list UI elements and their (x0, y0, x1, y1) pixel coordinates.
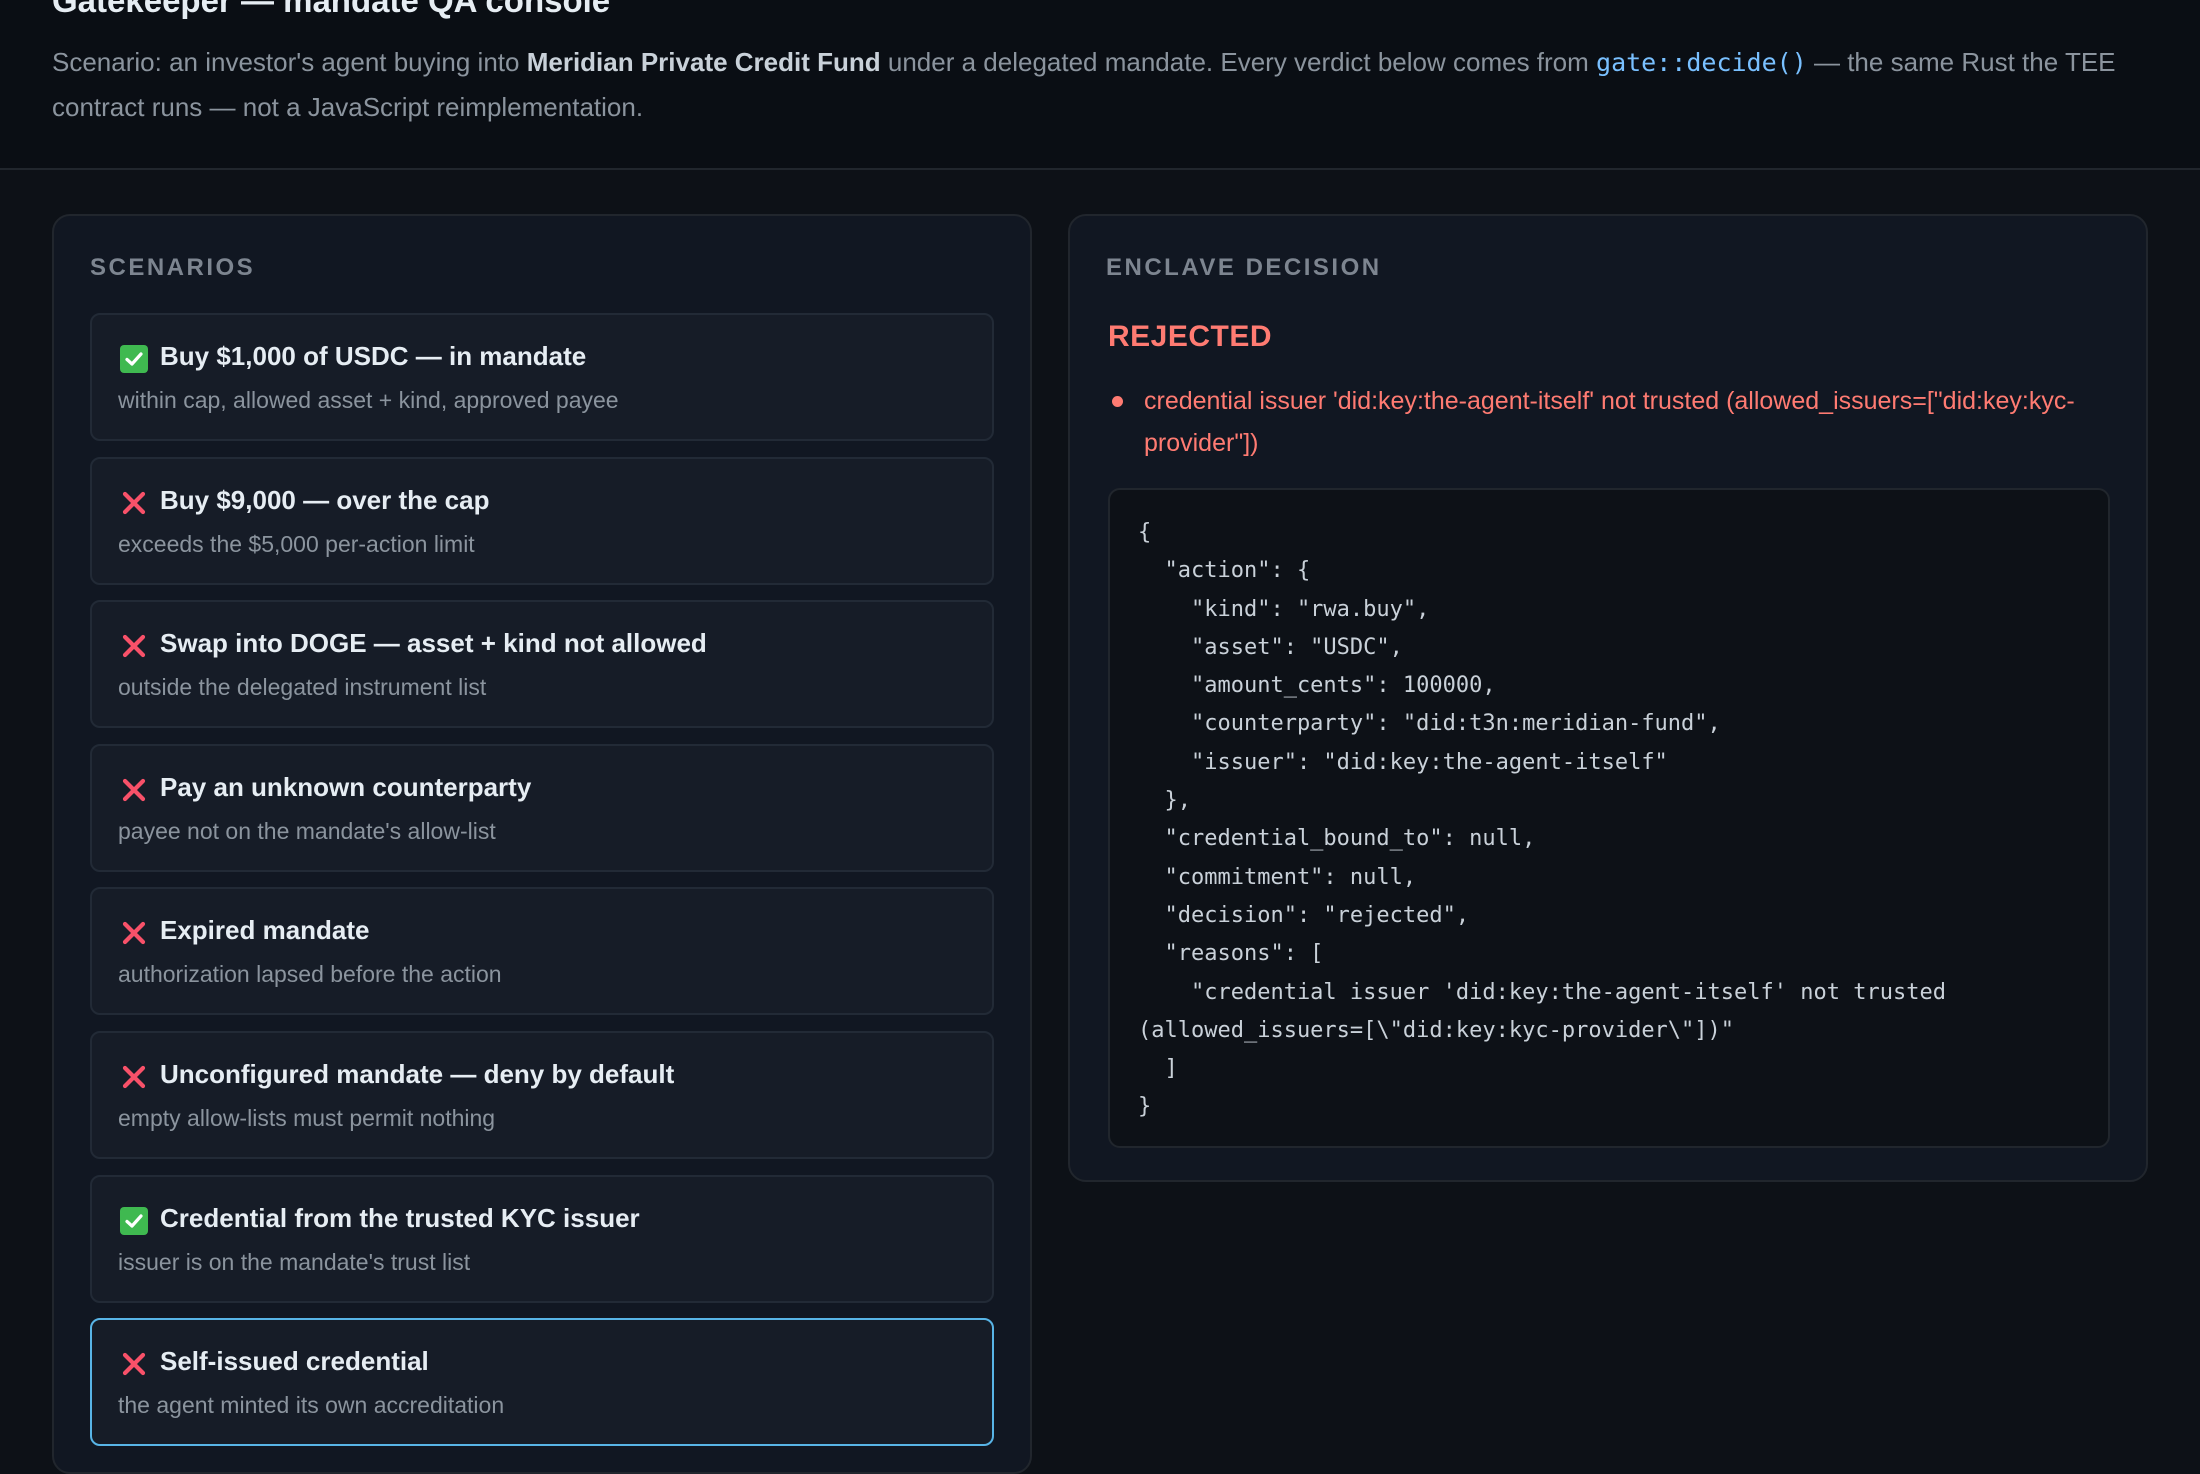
reason-bullet (1112, 396, 1123, 407)
page-description: Scenario: an investor's agent buying int… (52, 40, 2152, 129)
description-prefix: Scenario: an investor's agent buying int… (52, 47, 527, 77)
scenario-item[interactable]: Self-issued credential the agent minted i… (90, 1318, 994, 1446)
scenario-subtitle: within cap, allowed asset + kind, approv… (118, 387, 619, 413)
page-title: Gatekeeper — mandate QA console (52, 0, 611, 19)
scenario-subtitle: empty allow-lists must permit nothing (118, 1105, 496, 1131)
scenarios-panel: SCENARIOS Buy $1,000 of USDC — in mandat… (52, 214, 1032, 1474)
cross-icon (120, 489, 148, 517)
decision-json: { "action": { "kind": "rwa.buy", "asset"… (1138, 520, 1946, 1120)
fund-name: Meridian Private Credit Fund (526, 47, 881, 77)
rejection-reason: credential issuer 'did:key:the-agent-its… (1144, 387, 2075, 457)
scenario-item[interactable]: Credential from the trusted KYC issuer is… (90, 1175, 994, 1303)
cross-icon (120, 776, 148, 804)
scenario-subtitle: issuer is on the mandate's trust list (118, 1249, 471, 1275)
cross-icon (120, 632, 148, 660)
scenario-item[interactable]: Swap into DOGE — asset + kind not allowe… (90, 600, 994, 728)
decide-function-code: gate::decide() (1596, 48, 1807, 77)
cross-icon (120, 919, 148, 947)
decision-json-viewer: { "action": { "kind": "rwa.buy", "asset"… (1108, 488, 2110, 1148)
scenario-title: Credential from the trusted KYC issuer (160, 1203, 640, 1233)
scenario-title: Self-issued credential (160, 1346, 429, 1376)
check-icon (120, 1207, 148, 1235)
description-mid: under a delegated mandate. Every verdict… (880, 47, 1597, 77)
scenario-subtitle: exceeds the $5,000 per-action limit (118, 531, 475, 557)
cross-icon (120, 1350, 148, 1378)
scenario-title: Buy $9,000 — over the cap (160, 485, 490, 515)
decision-heading: ENCLAVE DECISION (1106, 254, 1382, 281)
scenario-item[interactable]: Expired mandate authorization lapsed befo… (90, 887, 994, 1015)
scenario-title: Pay an unknown counterparty (160, 772, 532, 802)
scenarios-heading: SCENARIOS (90, 254, 256, 281)
enclave-decision-panel: ENCLAVE DECISION REJECTED credential iss… (1068, 214, 2148, 1182)
scenario-subtitle: outside the delegated instrument list (118, 674, 487, 700)
scenario-title: Unconfigured mandate — deny by default (160, 1059, 675, 1089)
page-header: Gatekeeper — mandate QA console Scenario… (0, 0, 2200, 170)
check-icon (120, 345, 148, 373)
scenario-item[interactable]: Buy $1,000 of USDC — in mandate within ca… (90, 313, 994, 441)
cross-icon (120, 1063, 148, 1091)
scenario-subtitle: authorization lapsed before the action (118, 961, 502, 987)
scenario-subtitle: payee not on the mandate's allow-list (118, 818, 496, 844)
scenario-subtitle: the agent minted its own accreditation (118, 1392, 505, 1418)
scenario-title: Expired mandate (160, 915, 370, 945)
scenario-title: Buy $1,000 of USDC — in mandate (160, 341, 587, 371)
scenario-title: Swap into DOGE — asset + kind not allowe… (160, 628, 707, 658)
scenario-item[interactable]: Unconfigured mandate — deny by default em… (90, 1031, 994, 1159)
scenario-item[interactable]: Pay an unknown counterparty payee not on … (90, 744, 994, 872)
scenario-item[interactable]: Buy $9,000 — over the cap exceeds the $5,… (90, 457, 994, 585)
verdict-label: REJECTED (1108, 320, 1273, 353)
